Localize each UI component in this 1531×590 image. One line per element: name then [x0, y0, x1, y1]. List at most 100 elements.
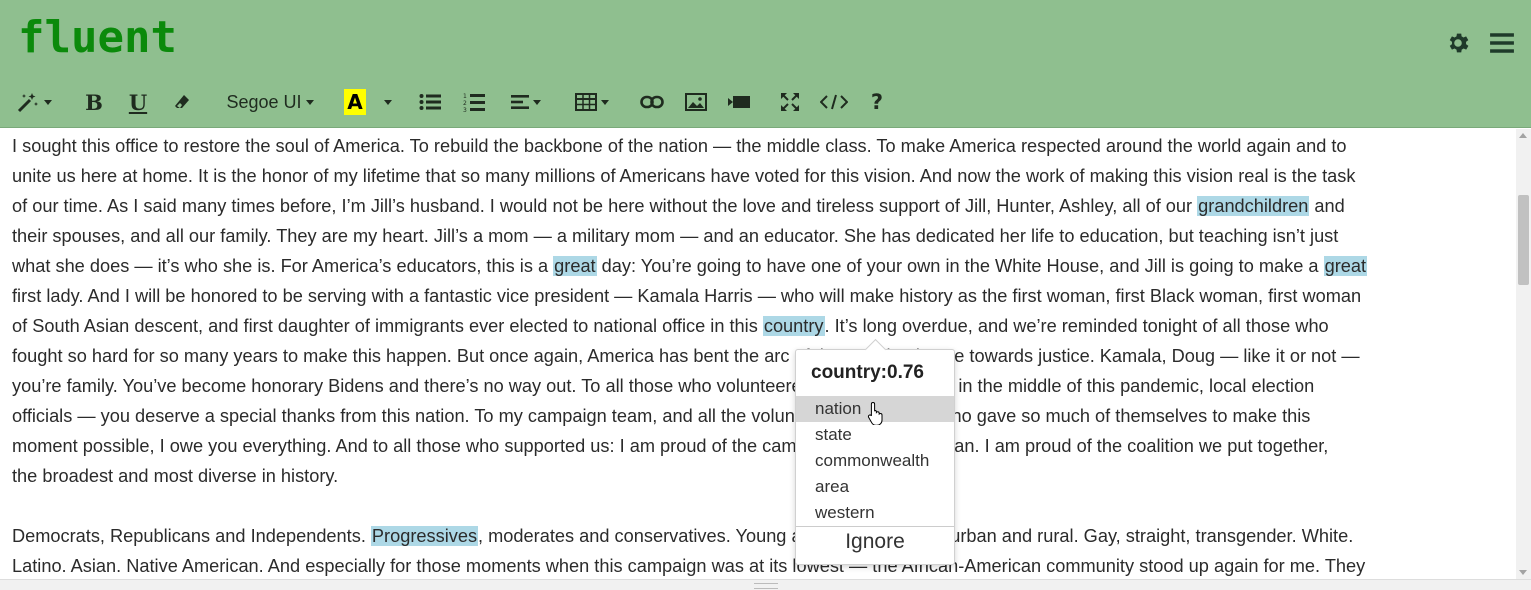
text-line: you’re family. You’ve become honorary Bi…: [12, 371, 1504, 401]
text-line: the broadest and most diverse in history…: [12, 461, 1504, 491]
text-line: moment possible, I owe you everything. A…: [12, 431, 1504, 461]
text-line: of our time. As I said many times before…: [12, 191, 1504, 221]
font-color-dropdown[interactable]: [380, 84, 396, 120]
font-family-label: Segoe UI: [226, 91, 302, 112]
app-header: fluent B U Segoe UI A 1 2 3 ?: [0, 0, 1531, 128]
text-segment: of our time. As I said many times before…: [12, 196, 1198, 216]
magic-wand-icon: [17, 93, 38, 113]
fullscreen-icon: [781, 93, 799, 111]
fullscreen-button[interactable]: [777, 84, 803, 120]
font-family-dropdown[interactable]: Segoe UI: [222, 84, 318, 120]
flagged-word[interactable]: great: [1323, 256, 1368, 276]
text-line: their spouses, and all our family. They …: [12, 221, 1504, 251]
resize-grip-icon[interactable]: [754, 583, 778, 589]
align-dropdown[interactable]: [508, 84, 544, 120]
text-line: officials — you deserve a special thanks…: [12, 401, 1504, 431]
video-icon: [728, 96, 750, 108]
image-icon: [685, 93, 707, 111]
image-button[interactable]: [683, 84, 709, 120]
flagged-word[interactable]: great: [553, 256, 597, 276]
popup-divider: [796, 526, 954, 527]
text-line: unite us here at home. It is the honor o…: [12, 161, 1504, 191]
text-segment: of South Asian descent, and first daught…: [12, 316, 763, 336]
text-line: I sought this office to restore the soul…: [12, 131, 1504, 161]
header-actions: [1445, 30, 1515, 56]
text-segment: their spouses, and all our family. They …: [12, 226, 1339, 246]
paragraph-2: Democrats, Republicans and Independents.…: [12, 521, 1504, 579]
hand-pointer-icon: [867, 401, 883, 425]
text-line: Latino. Asian. Native American. And espe…: [12, 551, 1504, 579]
chevron-down-icon: [305, 99, 314, 105]
unordered-list-icon: [419, 94, 441, 110]
text-segment: . It’s long overdue, and we’re reminded …: [824, 316, 1329, 336]
paragraph-1: I sought this office to restore the soul…: [12, 131, 1504, 491]
hamburger-menu-icon[interactable]: [1489, 30, 1515, 56]
text-segment: Latino. Asian. Native American. And espe…: [12, 556, 1366, 576]
align-left-icon: [511, 95, 529, 109]
flagged-word[interactable]: country: [762, 316, 825, 336]
text-segment: the broadest and most diverse in history…: [12, 466, 339, 486]
video-button[interactable]: [726, 84, 752, 120]
ignore-button[interactable]: Ignore: [796, 530, 954, 554]
scroll-up-arrow-icon[interactable]: [1519, 133, 1527, 138]
question-mark-icon: ?: [870, 90, 884, 114]
underline-icon: U: [128, 89, 148, 115]
scrollbar-thumb[interactable]: [1518, 195, 1529, 285]
editor-content[interactable]: I sought this office to restore the soul…: [0, 129, 1516, 579]
text-segment: first lady. And I will be honored to be …: [12, 286, 1362, 306]
text-line: of South Asian descent, and first daught…: [12, 311, 1504, 341]
text-segment: unite us here at home. It is the honor o…: [12, 166, 1356, 186]
bold-button[interactable]: B: [82, 84, 106, 120]
text-segment: and: [1309, 196, 1345, 216]
flagged-word[interactable]: grandchildren: [1197, 196, 1310, 216]
chevron-down-icon: [384, 99, 392, 105]
suggestion-score: country:0.76: [811, 362, 924, 383]
font-color-icon: A: [344, 89, 366, 115]
svg-text:3: 3: [463, 107, 467, 112]
suggestion-popup: country:0.76 nation state commonwealth area…: [795, 349, 955, 565]
link-icon: [640, 95, 664, 109]
text-line: fought so hard for so many years to make…: [12, 341, 1504, 371]
gear-icon[interactable]: [1445, 30, 1471, 56]
scroll-down-arrow-icon[interactable]: [1519, 570, 1527, 575]
text-segment: what she does — it’s who she is. For Ame…: [12, 256, 554, 276]
ordered-list-icon: 1 2 3: [463, 93, 485, 112]
bold-icon: B: [85, 89, 103, 115]
text-line: Democrats, Republicans and Independents.…: [12, 521, 1504, 551]
suggestion-item[interactable]: commonwealth: [796, 448, 954, 474]
suggestion-item[interactable]: area: [796, 474, 954, 500]
text-segment: day: You’re going to have one of your ow…: [596, 256, 1324, 276]
text-segment: Democrats, Republicans and Independents.: [12, 526, 371, 546]
table-dropdown[interactable]: [572, 84, 612, 120]
suggestion-item[interactable]: state: [796, 422, 954, 448]
vertical-scrollbar[interactable]: [1516, 129, 1531, 579]
underline-button[interactable]: U: [126, 84, 150, 120]
font-color-button[interactable]: A: [342, 84, 368, 120]
ordered-list-button[interactable]: 1 2 3: [462, 84, 486, 120]
suggestion-item[interactable]: western: [796, 500, 954, 526]
svg-text:2: 2: [463, 100, 467, 107]
text-segment: I sought this office to restore the soul…: [12, 136, 1347, 156]
text-line: what she does — it’s who she is. For Ame…: [12, 251, 1504, 281]
table-icon: [575, 93, 597, 111]
editor-toolbar: B U Segoe UI A 1 2 3 ?: [0, 84, 1531, 120]
svg-text:1: 1: [463, 93, 467, 100]
code-icon: [820, 94, 848, 110]
text-segment: moment possible, I owe you everything. A…: [12, 436, 1329, 456]
clear-format-button[interactable]: [170, 84, 194, 120]
chevron-down-icon: [44, 99, 52, 105]
help-button[interactable]: ?: [866, 84, 888, 120]
link-button[interactable]: [639, 84, 665, 120]
text-line: first lady. And I will be honored to be …: [12, 281, 1504, 311]
resize-bar[interactable]: [0, 579, 1531, 590]
text-segment: officials — you deserve a special thanks…: [12, 406, 1311, 426]
flagged-word[interactable]: Progressives: [370, 526, 479, 546]
magic-wand-button[interactable]: [14, 84, 54, 120]
unordered-list-button[interactable]: [418, 84, 442, 120]
eraser-icon: [175, 95, 189, 108]
chevron-down-icon: [601, 99, 609, 105]
app-logo: fluent: [18, 12, 177, 63]
chevron-down-icon: [533, 99, 541, 105]
text-segment: you’re family. You’ve become honorary Bi…: [12, 376, 1315, 396]
code-view-button[interactable]: [819, 84, 849, 120]
